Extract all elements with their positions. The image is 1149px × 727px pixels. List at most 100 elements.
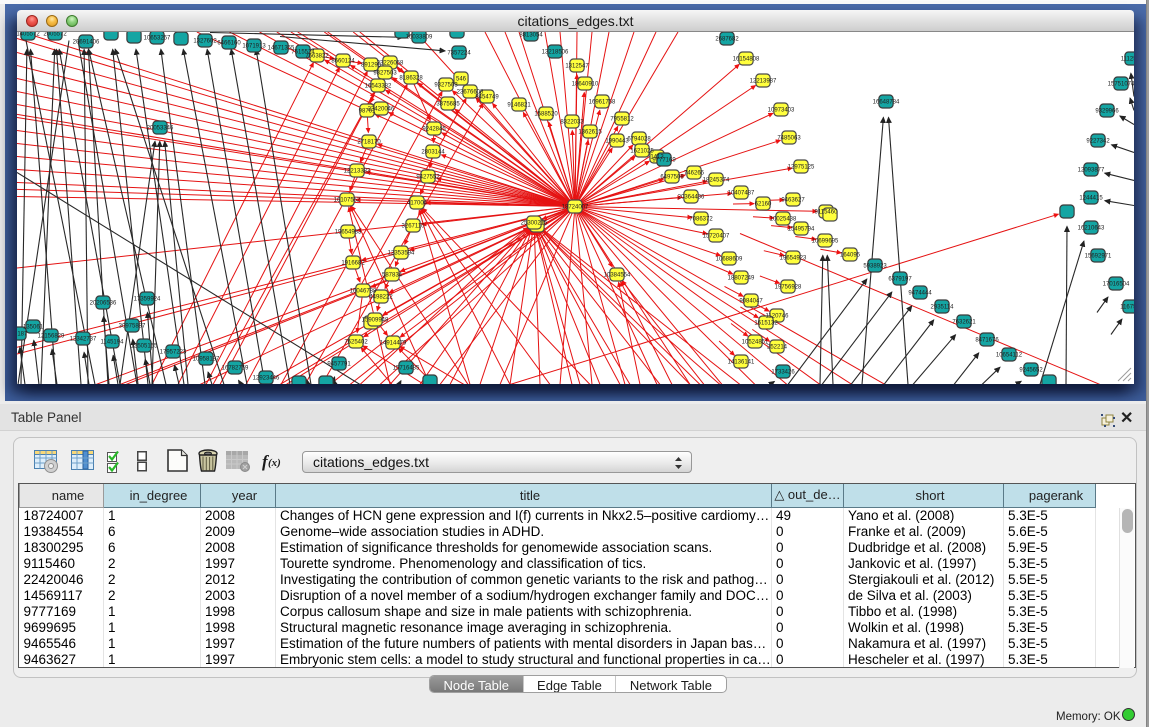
svg-text:6466160: 6466160 xyxy=(217,40,241,46)
svg-text:16107552: 16107552 xyxy=(334,197,361,203)
svg-text:20053346: 20053346 xyxy=(147,125,174,131)
svg-text:587834: 587834 xyxy=(382,272,403,278)
svg-text:1733426: 1733426 xyxy=(771,369,795,375)
svg-text:10407487: 10407487 xyxy=(728,190,755,196)
svg-text:10688609: 10688609 xyxy=(716,256,743,262)
svg-text:19654923: 19654923 xyxy=(780,255,807,261)
svg-text:9463627: 9463627 xyxy=(781,197,805,203)
svg-text:15495794: 15495794 xyxy=(788,226,815,232)
svg-text:9457791: 9457791 xyxy=(327,361,351,367)
svg-text:15909948: 15909948 xyxy=(362,317,389,323)
svg-text:17359924: 17359924 xyxy=(134,296,161,302)
svg-text:16154808: 16154808 xyxy=(733,56,760,62)
svg-text:19756928: 19756928 xyxy=(775,284,802,290)
svg-text:16543382: 16543382 xyxy=(365,83,392,89)
svg-text:7485063: 7485063 xyxy=(777,135,801,141)
svg-text:10653267: 10653267 xyxy=(144,35,171,41)
svg-text:16782759: 16782759 xyxy=(222,365,249,371)
svg-text:9242845: 9242845 xyxy=(422,126,446,132)
svg-text:15751074: 15751074 xyxy=(1108,81,1134,87)
svg-text:13218506: 13218506 xyxy=(542,49,569,55)
svg-text:17016504: 17016504 xyxy=(1103,281,1130,287)
svg-text:9327503: 9327503 xyxy=(434,82,458,88)
svg-text:1362615: 1362615 xyxy=(578,129,602,135)
svg-text:6379197: 6379197 xyxy=(888,276,912,282)
svg-text:7086372: 7086372 xyxy=(689,216,713,222)
svg-text:10699695: 10699695 xyxy=(812,238,839,244)
svg-text:20364436: 20364436 xyxy=(678,194,705,200)
svg-text:6497508: 6497508 xyxy=(660,174,684,180)
svg-text:8813054: 8813054 xyxy=(519,32,543,38)
svg-text:15692971: 15692971 xyxy=(1085,253,1112,259)
svg-text:1112547: 1112547 xyxy=(1121,56,1134,62)
svg-text:18640910: 18640910 xyxy=(572,81,599,87)
svg-text:8660124: 8660124 xyxy=(331,58,355,64)
svg-text:1615132: 1615132 xyxy=(754,320,778,326)
svg-text:10025438: 10025438 xyxy=(770,216,797,222)
svg-text:1120746: 1120746 xyxy=(766,313,790,319)
svg-text:9474444: 9474444 xyxy=(908,290,932,296)
svg-text:16648784: 16648784 xyxy=(873,99,900,105)
svg-text:9245652: 9245652 xyxy=(1019,367,1043,373)
svg-text:9115460: 9115460 xyxy=(815,209,839,215)
svg-text:2005572: 2005572 xyxy=(43,32,67,38)
svg-text:9427552: 9427552 xyxy=(416,174,440,180)
svg-text:12213383: 12213383 xyxy=(344,168,371,174)
svg-text:10524851: 10524851 xyxy=(742,339,769,345)
svg-text:9329966: 9329966 xyxy=(1095,108,1119,114)
svg-text:1244415: 1244415 xyxy=(1079,195,1103,201)
svg-text:1312547: 1312547 xyxy=(565,63,589,69)
svg-text:7357224: 7357224 xyxy=(447,50,471,56)
svg-text:12923446: 12923446 xyxy=(253,375,280,381)
svg-text:7632621: 7632621 xyxy=(952,319,976,325)
svg-text:1990443: 1990443 xyxy=(605,138,629,144)
svg-text:12213987: 12213987 xyxy=(750,78,777,84)
svg-text:116753: 116753 xyxy=(1120,304,1134,310)
svg-text:12505155: 12505155 xyxy=(131,343,158,349)
svg-text:30975887: 30975887 xyxy=(119,323,146,329)
svg-text:8454749: 8454749 xyxy=(475,94,499,100)
svg-text:2687682: 2687682 xyxy=(715,36,739,42)
svg-text:9827503: 9827503 xyxy=(373,70,397,76)
svg-text:20206536: 20206536 xyxy=(90,300,117,306)
svg-text:2803144: 2803144 xyxy=(421,149,445,155)
svg-text:546: 546 xyxy=(456,76,467,82)
svg-text:8471676: 8471676 xyxy=(975,337,999,343)
svg-text:9777169: 9777169 xyxy=(652,157,676,163)
svg-text:1916682: 1916682 xyxy=(341,260,365,266)
svg-text:98761: 98761 xyxy=(359,108,376,114)
svg-text:417004: 417004 xyxy=(407,200,428,206)
svg-text:19654983: 19654983 xyxy=(335,229,362,235)
svg-text:16033809: 16033809 xyxy=(406,34,433,40)
svg-text:1071913: 1071913 xyxy=(242,43,266,49)
svg-text:5938923: 5938923 xyxy=(863,263,887,269)
svg-text:7625402: 7625402 xyxy=(344,339,368,345)
svg-text:12342737: 12342737 xyxy=(70,336,97,342)
svg-text:15716485: 15716485 xyxy=(393,365,420,371)
svg-text:16961758: 16961758 xyxy=(589,99,616,105)
svg-text:39187: 39187 xyxy=(17,331,28,337)
svg-text:(x): (x) xyxy=(268,457,281,469)
svg-text:12156829: 12156829 xyxy=(38,333,65,339)
svg-text:6794028: 6794028 xyxy=(627,136,651,142)
svg-text:25300215: 25300215 xyxy=(521,220,548,226)
svg-text:7955812: 7955812 xyxy=(610,116,634,122)
svg-text:17957223: 17957223 xyxy=(160,349,187,355)
svg-text:16210643: 16210643 xyxy=(1078,225,1105,231)
svg-text:62160: 62160 xyxy=(755,201,772,207)
svg-text:746266: 746266 xyxy=(684,170,705,176)
svg-text:8322033: 8322033 xyxy=(560,119,584,125)
svg-text:9227342: 9227342 xyxy=(1086,138,1110,144)
svg-text:12353594: 12353594 xyxy=(388,250,415,256)
svg-text:12093877: 12093877 xyxy=(1078,167,1105,173)
svg-text:1145194: 1145194 xyxy=(101,339,125,345)
svg-text:7663822: 7663822 xyxy=(305,53,329,59)
svg-text:3875685: 3875685 xyxy=(436,101,460,107)
svg-text:135061: 135061 xyxy=(23,324,44,330)
svg-text:252214: 252214 xyxy=(767,344,788,350)
svg-text:4498222: 4498222 xyxy=(369,294,393,300)
svg-text:14136141: 14136141 xyxy=(728,359,755,365)
svg-text:2935114: 2935114 xyxy=(931,304,955,310)
svg-text:8186328: 8186328 xyxy=(399,75,423,81)
svg-text:2718170: 2718170 xyxy=(357,139,381,145)
